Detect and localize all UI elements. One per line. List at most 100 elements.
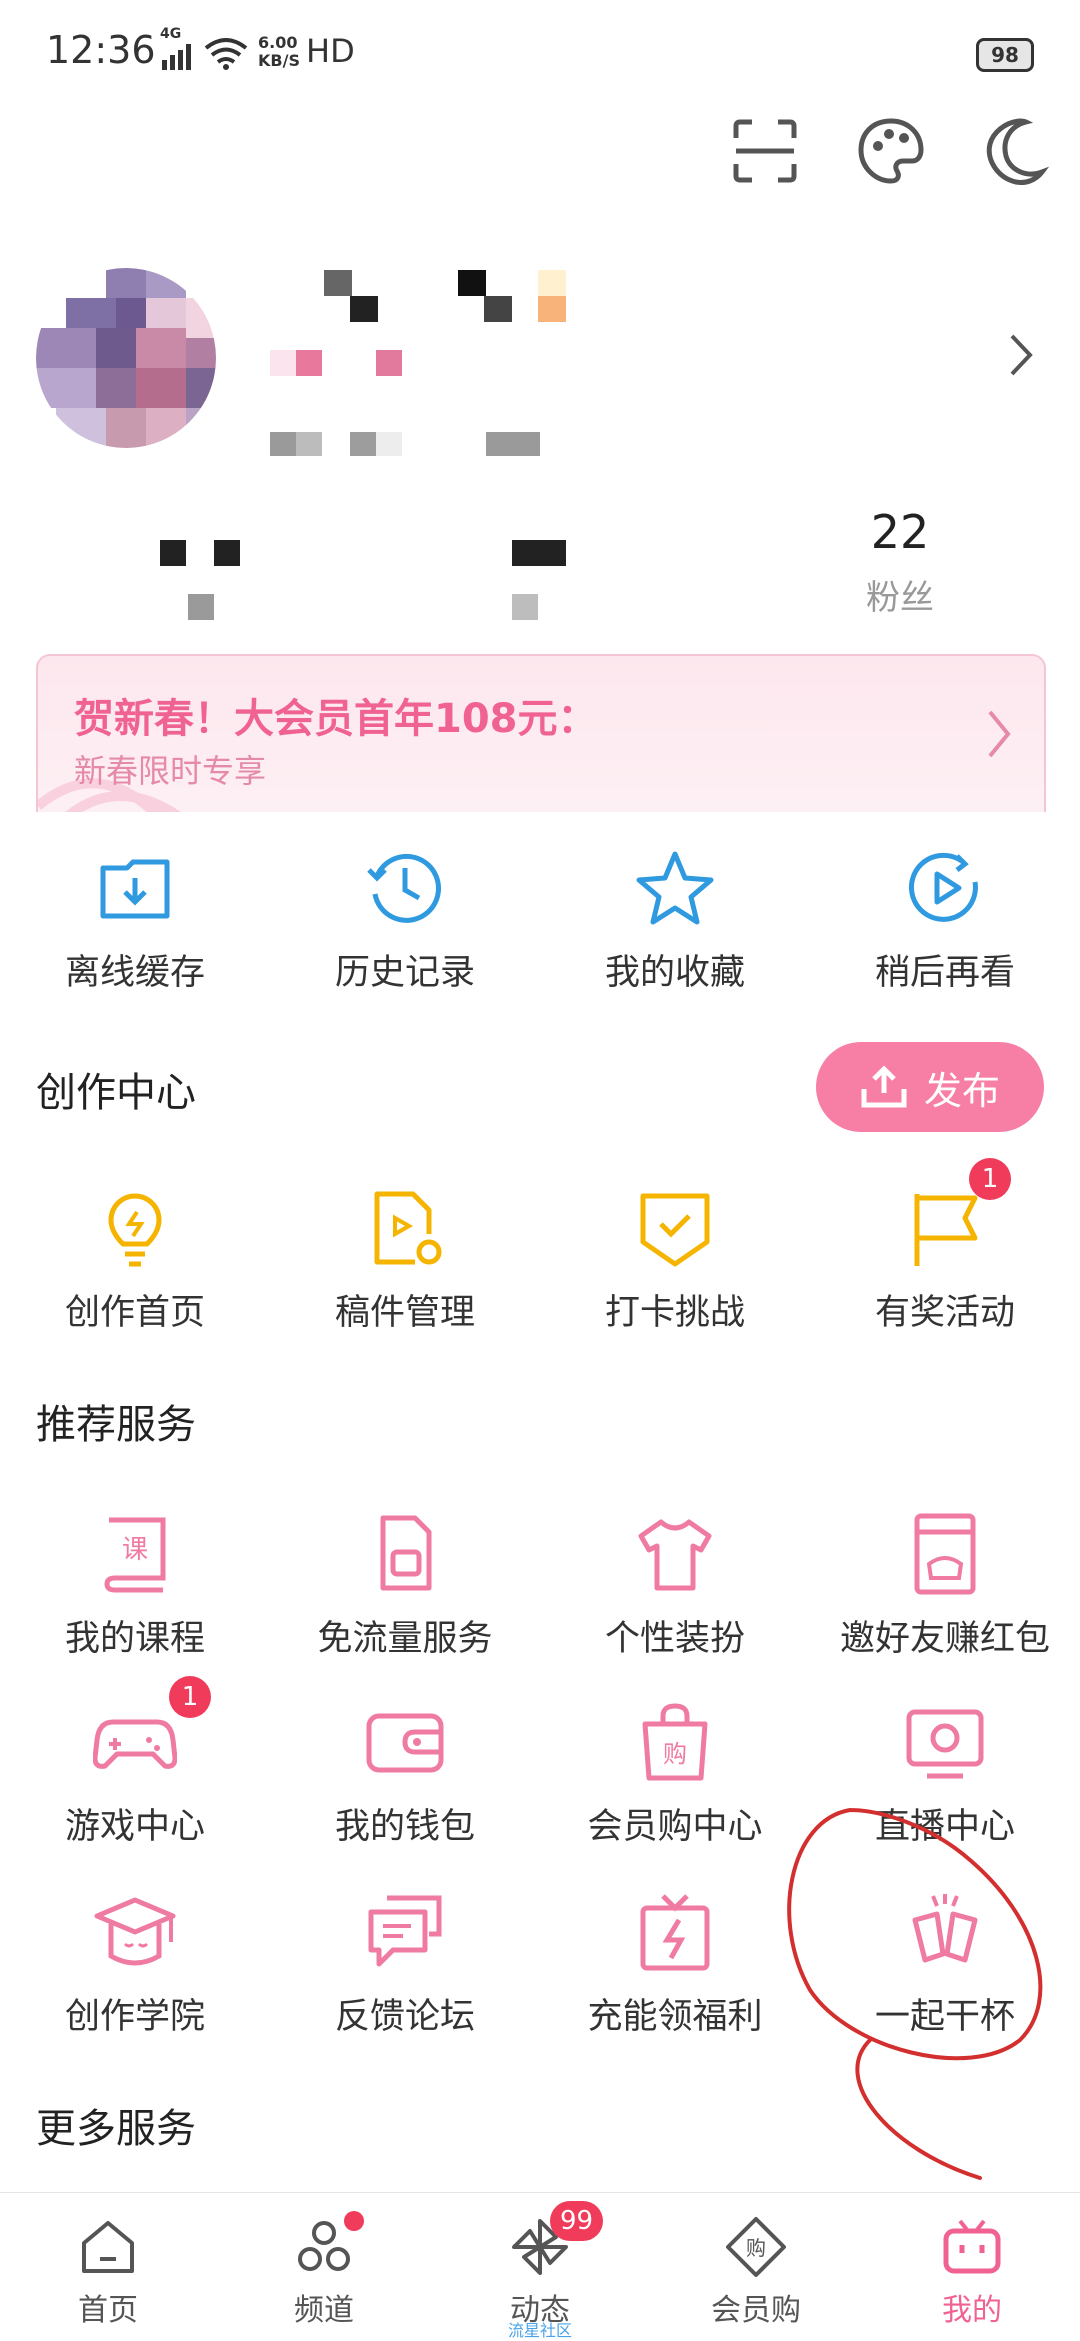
- history-clock-icon: [363, 846, 447, 930]
- service-label: 我的钱包: [334, 1807, 475, 1847]
- svg-text:购: 购: [746, 2236, 766, 2260]
- service-label: 游戏中心: [64, 1807, 205, 1847]
- bilibili-tv-icon: [940, 2215, 1004, 2279]
- quick-action-favorites[interactable]: 我的收藏: [540, 846, 810, 995]
- wifi-icon: [204, 38, 248, 70]
- net-speed-unit: KB/S: [258, 51, 300, 70]
- quick-action-label: 历史记录: [334, 953, 475, 993]
- signal-type: 4G: [160, 26, 182, 42]
- game-center-badge: 1: [169, 1676, 211, 1718]
- service-label: 邀好友赚红包: [839, 1619, 1050, 1659]
- creation-home[interactable]: 创作首页: [0, 1186, 270, 1335]
- upload-icon: [861, 1065, 907, 1108]
- service-label: 创作学院: [64, 1997, 205, 2037]
- creation-item-label: 稿件管理: [334, 1293, 475, 1333]
- fans-label[interactable]: 粉丝: [820, 570, 980, 619]
- publish-button[interactable]: 发布: [816, 1042, 1044, 1132]
- status-time: 12:36: [46, 28, 156, 72]
- service-wallet[interactable]: 我的钱包: [270, 1700, 540, 1849]
- pinwheel-icon: 99: [508, 2201, 604, 2279]
- nav-label: 会员购: [711, 2293, 801, 2328]
- download-folder-icon: [93, 846, 177, 930]
- nav-vip-shop[interactable]: 购 会员购: [648, 2193, 864, 2341]
- wallet-icon: [363, 1700, 447, 1784]
- channel-dot: [344, 2211, 364, 2231]
- vip-shop-icon: 购: [724, 2215, 788, 2279]
- flag-icon: 1: [903, 1158, 1011, 1270]
- nav-label: 我的: [942, 2293, 1002, 2328]
- nav-mine[interactable]: 我的: [864, 2193, 1080, 2341]
- service-creator-academy[interactable]: 创作学院: [0, 1890, 270, 2039]
- nav-label: 首页: [78, 2293, 138, 2328]
- stats-masked: [160, 540, 580, 620]
- checkin-shield-icon: [633, 1186, 717, 1270]
- moon-icon[interactable]: [982, 116, 1052, 186]
- nav-home[interactable]: 首页: [0, 2193, 216, 2341]
- sim-card-icon: [363, 1512, 447, 1596]
- service-personalize[interactable]: 个性装扮: [540, 1512, 810, 1661]
- section-title-more: 更多服务: [36, 2106, 196, 2152]
- rewards-badge: 1: [969, 1158, 1011, 1200]
- annotation-circle: [787, 1808, 1043, 2180]
- vip-banner-title: 贺新春！大会员首年108元：: [74, 696, 598, 742]
- scan-icon[interactable]: [730, 116, 800, 186]
- bottom-nav: 首页 频道 99 动态 流星社区 购 会员购 我的: [0, 2192, 1080, 2341]
- svg-text:购: 购: [663, 1740, 687, 1768]
- net-speed: 6.00 KB/S: [258, 34, 300, 70]
- gamepad-icon: 1: [92, 1676, 211, 1784]
- nav-channel[interactable]: 频道: [216, 2193, 432, 2341]
- net-speed-value: 6.00: [258, 33, 298, 52]
- shopping-bag-icon: 购: [633, 1700, 717, 1784]
- vip-banner[interactable]: 贺新春！大会员首年108元： 新春限时专享: [36, 654, 1046, 812]
- service-free-data[interactable]: 免流量服务: [270, 1512, 540, 1661]
- section-title-recommended: 推荐服务: [36, 1402, 196, 1448]
- channel-icon: [292, 2211, 364, 2279]
- dynamic-badge: 99: [550, 2201, 604, 2241]
- service-invite-friends[interactable]: 邀好友赚红包: [810, 1512, 1080, 1661]
- quick-action-watch-later[interactable]: 稍后再看: [810, 846, 1080, 995]
- creation-item-label: 有奖活动: [874, 1293, 1015, 1333]
- service-label: 反馈论坛: [334, 1997, 475, 2037]
- nav-dynamic[interactable]: 99 动态 流星社区: [432, 2193, 648, 2341]
- service-label: 免流量服务: [317, 1619, 493, 1659]
- hd-indicator: HD: [306, 32, 355, 70]
- lightbulb-icon: [93, 1186, 177, 1270]
- star-icon: [633, 846, 717, 930]
- battery-indicator: 98: [976, 38, 1034, 72]
- creation-manuscripts[interactable]: 稿件管理: [270, 1186, 540, 1335]
- chevron-right-icon[interactable]: [1000, 330, 1040, 380]
- live-tv-icon: [903, 1700, 987, 1784]
- red-packet-icon: [903, 1512, 987, 1596]
- quick-action-label: 稍后再看: [874, 953, 1015, 993]
- creation-item-label: 打卡挑战: [604, 1293, 745, 1333]
- creation-item-label: 创作首页: [64, 1293, 205, 1333]
- watch-later-icon: [903, 846, 987, 930]
- creation-rewards[interactable]: 1 有奖活动: [810, 1158, 1080, 1335]
- service-my-courses[interactable]: 课 我的课程: [0, 1512, 270, 1661]
- service-game-center[interactable]: 1 游戏中心: [0, 1676, 270, 1849]
- vip-banner-subtitle: 新春限时专享: [74, 752, 267, 790]
- service-feedback-forum[interactable]: 反馈论坛: [270, 1890, 540, 2039]
- creation-checkin[interactable]: 打卡挑战: [540, 1186, 810, 1335]
- tshirt-icon: [633, 1512, 717, 1596]
- fans-count[interactable]: 22: [820, 505, 980, 559]
- quick-action-label: 离线缓存: [64, 953, 205, 993]
- chat-bubbles-icon: [363, 1890, 447, 1974]
- palette-icon[interactable]: [856, 116, 926, 186]
- graduation-cap-icon: [93, 1890, 177, 1974]
- course-book-icon: 课: [93, 1512, 177, 1596]
- avatar[interactable]: [36, 268, 216, 448]
- quick-action-offline[interactable]: 离线缓存: [0, 846, 270, 995]
- nav-label: 频道: [294, 2293, 354, 2328]
- gift-bolt-icon: [633, 1890, 717, 1974]
- quick-action-label: 我的收藏: [604, 953, 745, 993]
- status-bar: 12:36 4G 6.00 KB/S HD 98: [0, 0, 1080, 100]
- service-label: 我的课程: [64, 1619, 205, 1659]
- username-masked[interactable]: [270, 268, 570, 468]
- service-label: 个性装扮: [604, 1619, 745, 1659]
- quick-action-history[interactable]: 历史记录: [270, 846, 540, 995]
- svg-text:课: 课: [122, 1535, 148, 1565]
- section-title-creation: 创作中心: [36, 1070, 196, 1116]
- nav-sublabel: 流星社区: [507, 2321, 572, 2340]
- banner-chevron-icon: [988, 710, 1011, 758]
